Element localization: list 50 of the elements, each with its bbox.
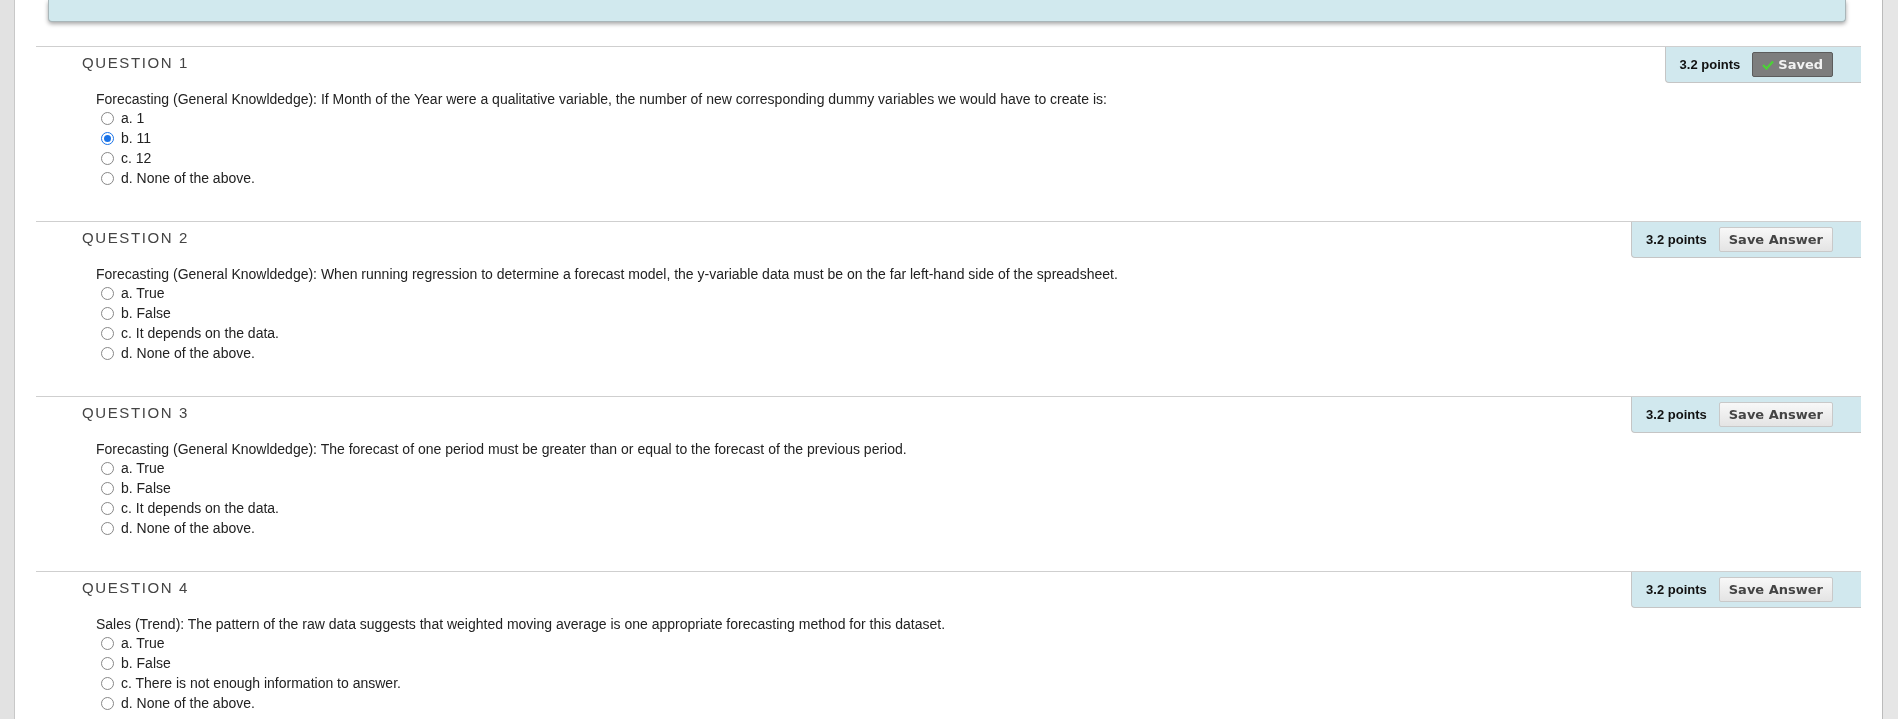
option-label: a. True (121, 635, 165, 651)
scrollbar[interactable] (1882, 0, 1898, 719)
points-label: 3.2 points (1679, 57, 1741, 72)
question-title: QUESTION 4 (82, 579, 189, 596)
radio-button[interactable] (101, 326, 114, 340)
option-label: a. True (121, 460, 165, 476)
option-label: a. True (121, 285, 165, 301)
radio-button[interactable] (101, 461, 114, 475)
radio-button[interactable] (101, 131, 114, 145)
option-label: d. None of the above. (121, 520, 255, 536)
option-label: c. There is not enough information to answer. (121, 675, 401, 691)
points-label: 3.2 points (1646, 232, 1707, 247)
option-label: a. 1 (121, 110, 145, 126)
question-text: Forecasting (General Knowldedge): If Month of the Year were a qualitative variable, the number of new corresponding dummy variables we would have to create is: (96, 91, 1108, 107)
points-label: 3.2 points (1646, 582, 1707, 597)
option-label: d. None of the above. (121, 345, 255, 361)
radio-button[interactable] (101, 696, 114, 710)
option-label: d. None of the above. (121, 170, 255, 186)
check-icon (1762, 59, 1775, 70)
radio-button[interactable] (101, 346, 114, 360)
radio-button[interactable] (101, 676, 114, 690)
question-title: QUESTION 3 (82, 404, 189, 421)
question-text: Forecasting (General Knowldedge): The forecast of one period must be greater than or equal to the forecast of the previous period. (96, 441, 908, 457)
option-label: d. None of the above. (121, 695, 255, 711)
radio-button[interactable] (101, 111, 114, 125)
radio-button[interactable] (101, 151, 114, 165)
question-text: Sales (Trend): The pattern of the raw data suggests that weighted moving average is one appropriate forecasting method for this dataset. (96, 616, 947, 632)
save-answer-button[interactable]: Save Answer (1718, 402, 1833, 427)
option-label: c. It depends on the data. (121, 500, 279, 516)
save-answer-button[interactable]: Save Answer (1718, 577, 1833, 602)
option-label: b. False (121, 655, 171, 671)
saved-button[interactable]: Saved (1752, 52, 1833, 77)
question-title: QUESTION 1 (82, 54, 189, 71)
radio-button[interactable] (101, 636, 114, 650)
option-label: c. It depends on the data. (121, 325, 279, 341)
option-label: b. False (121, 480, 171, 496)
option-label: c. 12 (121, 150, 152, 166)
radio-button[interactable] (101, 286, 114, 300)
radio-button[interactable] (101, 521, 114, 535)
question-text: Forecasting (General Knowldedge): When running regression to determine a forecast model, the y-variable data must be on the far left-hand side of the spreadsheet. (96, 266, 1119, 282)
radio-button[interactable] (101, 481, 114, 495)
radio-button[interactable] (101, 656, 114, 670)
save-answer-button[interactable]: Save Answer (1718, 227, 1833, 252)
radio-button[interactable] (101, 306, 114, 320)
radio-button[interactable] (101, 501, 114, 515)
points-label: 3.2 points (1646, 407, 1707, 422)
option-label: b. False (121, 305, 171, 321)
radio-button[interactable] (101, 171, 114, 185)
option-label: b. 11 (121, 130, 152, 146)
question-title: QUESTION 2 (82, 229, 189, 246)
